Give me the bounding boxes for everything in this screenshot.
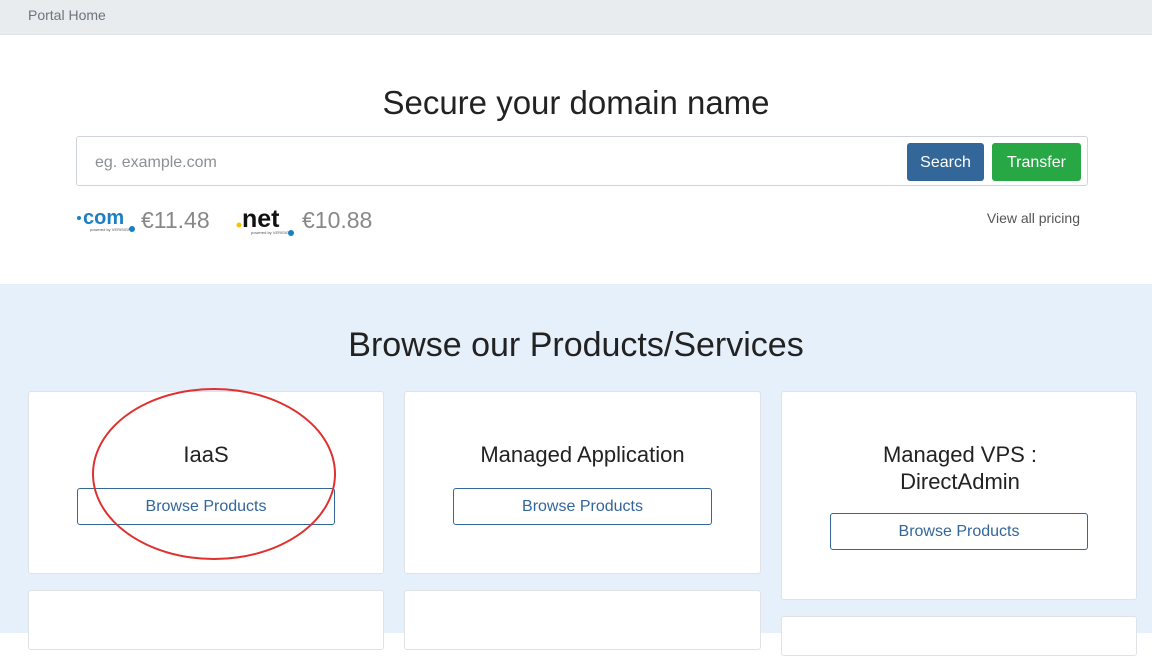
card-title: Managed VPS : DirectAdmin xyxy=(882,442,1038,494)
svg-text:net: net xyxy=(242,205,280,233)
net-price: €10.88 xyxy=(302,207,373,233)
transfer-button[interactable]: Transfer xyxy=(992,143,1081,181)
domain-search-input[interactable] xyxy=(93,149,877,177)
breadcrumb: Portal Home xyxy=(0,0,1152,35)
svg-text:powered by VERISIGN: powered by VERISIGN xyxy=(90,227,131,232)
products-title: Browse our Products/Services xyxy=(348,326,804,364)
svg-text:powered by VERISIGN: powered by VERISIGN xyxy=(251,230,292,235)
product-card-iaas: IaaS Browse Products xyxy=(28,391,384,574)
card-title: IaaS xyxy=(183,442,229,467)
product-card xyxy=(28,590,384,650)
domain-search-title: Secure your domain name xyxy=(382,84,770,121)
card-title: Managed Application xyxy=(480,442,685,467)
tld-pricing-row: com powered by VERISIGN €11.48 net power… xyxy=(76,203,1088,237)
svg-text:com: com xyxy=(83,207,124,229)
com-price: €11.48 xyxy=(141,207,210,233)
browse-products-button[interactable]: Browse Products xyxy=(453,488,712,525)
view-all-pricing-link[interactable]: View all pricing xyxy=(987,210,1080,226)
domain-search-section: Secure your domain name Search Transfer … xyxy=(0,35,1152,284)
product-card xyxy=(781,616,1137,656)
domain-search-box: Search Transfer xyxy=(76,136,1088,186)
com-logo-icon: com powered by VERISIGN xyxy=(76,205,138,240)
product-card-managed-application: Managed Application Browse Products xyxy=(404,391,761,574)
product-card-managed-vps: Managed VPS : DirectAdmin Browse Product… xyxy=(781,391,1137,600)
browse-products-button[interactable]: Browse Products xyxy=(830,513,1088,550)
product-card xyxy=(404,590,761,650)
browse-products-button[interactable]: Browse Products xyxy=(77,488,335,525)
search-button[interactable]: Search xyxy=(907,143,984,181)
breadcrumb-home-link[interactable]: Portal Home xyxy=(28,7,106,23)
net-logo-icon: net powered by VERISIGN xyxy=(235,205,297,242)
